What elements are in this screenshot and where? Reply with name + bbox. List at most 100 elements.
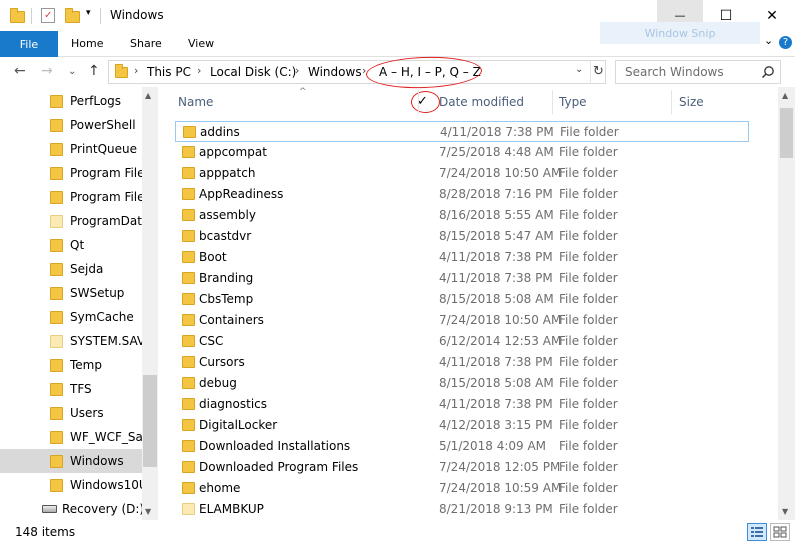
column-header-size[interactable]: Size <box>679 95 704 109</box>
help-icon[interactable]: ? <box>779 36 792 49</box>
file-type: File folder <box>559 397 618 411</box>
nav-item[interactable]: SymCache <box>0 305 142 329</box>
file-row[interactable]: appcompat 7/25/2018 4:48 AM File folder <box>175 142 749 163</box>
nav-item[interactable]: SYSTEM.SAV <box>0 329 146 353</box>
search-icon[interactable] <box>761 65 775 79</box>
file-row[interactable]: CSC 6/12/2014 12:53 AM File folder <box>175 331 749 352</box>
column-header-date[interactable]: Date modified <box>439 95 524 109</box>
nav-item[interactable]: SWSetup <box>0 281 142 305</box>
file-row[interactable]: Branding 4/11/2018 7:38 PM File folder <box>175 268 749 289</box>
nav-item-label: Recovery (D:) <box>62 502 145 516</box>
file-row[interactable]: CbsTemp 8/15/2018 5:08 AM File folder <box>175 289 749 310</box>
scroll-down-icon[interactable]: ▼ <box>782 507 788 516</box>
nav-item-recovery-drive[interactable]: Recovery (D:) <box>0 497 145 520</box>
breadcrumb-this-pc[interactable]: This PC <box>147 65 191 79</box>
new-folder-icon[interactable] <box>65 8 80 23</box>
file-row[interactable]: bcastdvr 8/15/2018 5:47 AM File folder <box>175 226 749 247</box>
properties-icon[interactable]: ✓ <box>41 8 55 23</box>
nav-item-label: PerfLogs <box>70 94 122 108</box>
file-type: File folder <box>559 166 618 180</box>
file-type: File folder <box>559 460 618 474</box>
file-date: 7/24/2018 10:50 AM <box>439 166 562 180</box>
nav-item[interactable]: Sejda <box>0 257 142 281</box>
file-row[interactable]: AppReadiness 8/28/2018 7:16 PM File folder <box>175 184 749 205</box>
breadcrumb-windows[interactable]: Windows <box>308 65 362 79</box>
nav-item[interactable]: PowerShell <box>0 113 142 137</box>
folder-icon <box>182 251 195 263</box>
scroll-up-icon[interactable]: ▲ <box>782 91 788 100</box>
search-box[interactable]: Search Windows <box>615 60 781 84</box>
nav-item[interactable]: TFS <box>0 377 142 401</box>
folder-icon <box>10 8 25 23</box>
folder-icon <box>182 398 195 410</box>
nav-item[interactable]: Qt <box>0 233 142 257</box>
large-icons-view-button[interactable] <box>770 523 790 541</box>
refresh-icon[interactable]: ↻ <box>590 61 606 83</box>
column-divider[interactable] <box>671 90 672 114</box>
file-row[interactable]: DigitalLocker 4/12/2018 3:15 PM File folde… <box>175 415 749 436</box>
customize-toolbar-icon[interactable]: ▾ <box>86 8 91 18</box>
address-dropdown-icon[interactable]: ⌄ <box>575 64 583 75</box>
file-name: diagnostics <box>199 397 268 411</box>
scroll-up-icon[interactable]: ▲ <box>145 91 151 100</box>
nav-item[interactable]: WF_WCF_Sam <box>0 425 155 449</box>
tab-view[interactable]: View <box>188 37 214 50</box>
file-type: File folder <box>559 439 618 453</box>
breadcrumb-local-disk[interactable]: Local Disk (C:) <box>210 65 296 79</box>
nav-item[interactable]: Temp <box>0 353 142 377</box>
tab-file[interactable]: File <box>0 31 58 57</box>
nav-item[interactable]: ProgramData <box>0 209 149 233</box>
nav-item[interactable]: Users <box>0 401 142 425</box>
file-row[interactable]: Downloaded Installations 5/1/2018 4:09 AM… <box>175 436 749 457</box>
tab-home[interactable]: Home <box>71 37 103 50</box>
folder-icon <box>183 126 196 138</box>
checkbox-icon[interactable]: ✓ <box>417 94 428 109</box>
file-row[interactable]: Cursors 4/11/2018 7:38 PM File folder <box>175 352 749 373</box>
file-date: 7/25/2018 4:48 AM <box>439 145 554 159</box>
nav-item[interactable]: PerfLogs <box>0 89 142 113</box>
file-row[interactable]: diagnostics 4/11/2018 7:38 PM File folder <box>175 394 749 415</box>
file-row[interactable]: Containers 7/24/2018 10:50 AM File folder <box>175 310 749 331</box>
nav-item-label: Temp <box>70 358 102 372</box>
column-header-type[interactable]: Type <box>559 95 587 109</box>
nav-item-label: SYSTEM.SAV <box>70 334 146 348</box>
scroll-down-icon[interactable]: ▼ <box>145 507 151 516</box>
search-input[interactable]: Search Windows <box>625 65 724 79</box>
recent-locations-button[interactable]: ⌄ <box>68 66 76 77</box>
file-row[interactable]: apppatch 7/24/2018 10:50 AM File folder <box>175 163 749 184</box>
nav-scrollbar-thumb[interactable] <box>143 375 157 467</box>
details-view-button[interactable] <box>747 523 767 541</box>
file-row[interactable]: Downloaded Program Files 7/24/2018 12:05 … <box>175 457 749 478</box>
file-date: 4/11/2018 7:38 PM <box>439 271 553 285</box>
column-header-name[interactable]: Name <box>178 95 213 109</box>
nav-scrollbar[interactable]: ▲ ▼ <box>142 87 158 520</box>
back-button[interactable]: ← <box>14 63 26 79</box>
file-row[interactable]: ELAMBKUP 8/21/2018 9:13 PM File folder <box>175 499 749 520</box>
file-name: bcastdvr <box>199 229 252 243</box>
nav-item[interactable]: Program Files <box>0 161 151 185</box>
navigation-pane: PerfLogs PowerShell PrintQueue Program F… <box>0 87 158 520</box>
forward-button[interactable]: → <box>41 63 53 79</box>
nav-item[interactable]: Program Files <box>0 185 151 209</box>
expand-ribbon-icon[interactable]: ⌄ <box>764 34 773 47</box>
nav-item[interactable]: Windows10U <box>0 473 148 497</box>
address-bar[interactable]: › This PC › Local Disk (C:) › Windows › … <box>108 60 606 84</box>
nav-item-label: Windows10U <box>70 478 148 492</box>
file-list-scrollbar[interactable]: ▲ ▼ <box>778 87 795 520</box>
folder-icon <box>50 479 63 492</box>
file-row[interactable]: debug 8/15/2018 5:08 AM File folder <box>175 373 749 394</box>
file-type: File folder <box>559 229 618 243</box>
file-row[interactable]: addins 4/11/2018 7:38 PM File folder <box>175 121 749 142</box>
file-row[interactable]: assembly 8/16/2018 5:55 AM File folder <box>175 205 749 226</box>
nav-item-windows[interactable]: Windows <box>0 449 142 473</box>
column-divider[interactable] <box>552 90 553 114</box>
file-name: assembly <box>199 208 256 222</box>
file-list-scrollbar-thumb[interactable] <box>780 108 793 158</box>
nav-item[interactable]: PrintQueue <box>0 137 142 161</box>
file-row[interactable]: Boot 4/11/2018 7:38 PM File folder <box>175 247 749 268</box>
up-button[interactable]: ↑ <box>88 63 100 79</box>
tab-share[interactable]: Share <box>130 37 162 50</box>
folder-icon <box>50 167 63 180</box>
file-name: AppReadiness <box>199 187 284 201</box>
file-row[interactable]: ehome 7/24/2018 10:59 AM File folder <box>175 478 749 499</box>
